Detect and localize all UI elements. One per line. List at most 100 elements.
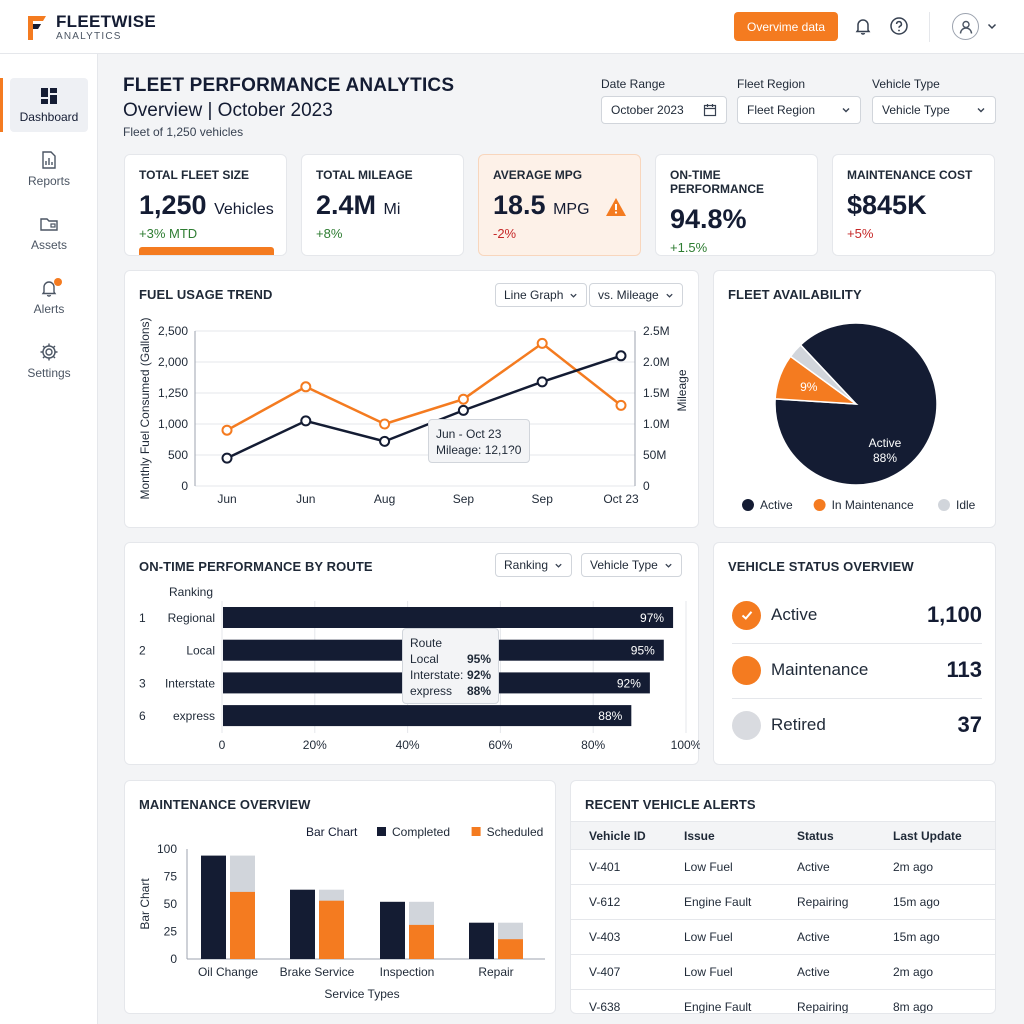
rank-number: 6 [139,709,146,723]
chevron-down-icon[interactable] [986,20,998,32]
kpi-maintenance-cost[interactable]: MAINTENANCE COST $845K +5% [832,154,995,256]
kpi-label: ON-TIME PERFORMANCE [670,168,765,196]
y-tick-label: 1,000 [158,417,188,431]
sidebar-item-label: Dashboard [19,110,79,124]
mileage-series-line [226,354,622,460]
alerts-table: Vehicle ID Issue Status Last Update V-40… [571,821,995,1013]
mileage-point [379,435,391,447]
x-tick-label: 80% [581,738,605,752]
user-avatar[interactable] [952,13,979,40]
vehicle-type-select[interactable]: Vehicle Type [872,96,996,124]
status-row-retired[interactable]: Retired 37 [732,698,982,752]
completed-bar [469,922,494,959]
route-bar [223,607,674,628]
column-header[interactable]: Status [779,821,875,850]
scheduled-bar [230,891,255,959]
table-header-row: Vehicle ID Issue Status Last Update [571,821,995,850]
column-header[interactable]: Last Update [875,821,995,850]
column-header[interactable]: Vehicle ID [571,821,666,850]
table-cell: Active [779,849,875,885]
sidebar-item-assets[interactable]: Assets [10,206,88,260]
kpi-average-mpg[interactable]: AVERAGE MPG 18.5 MPG -2% [478,154,641,256]
route-chart-tooltip: Route Local 95% Interstate: 92% express 88% [402,628,499,704]
fleet-region-select[interactable]: Fleet Region [737,96,861,124]
route-bar [223,705,632,727]
overview-data-button[interactable]: Overvime data [734,12,838,41]
date-range-picker[interactable]: October 2023 [601,96,727,124]
route-label: Regional [168,611,215,625]
tooltip-row-value: 95% [466,652,491,666]
dashboard-icon [41,88,57,104]
table-row[interactable]: V-612 Engine Fault Repairing 15m ago [571,884,995,920]
y-tick-label: 2,500 [158,324,188,338]
sidebar-item-alerts[interactable]: Alerts [10,270,88,324]
y2-tick-label: 0 [643,479,650,493]
table-row[interactable]: V-407 Low Fuel Active 2m ago [571,954,995,990]
alerts-panel: RECENT VEHICLE ALERTS Vehicle ID Issue S… [570,780,996,1014]
table-cell: V-638 [571,989,666,1013]
column-header[interactable]: Issue [666,821,779,850]
legend-swatch [471,827,481,836]
mileage-point [300,415,312,427]
status-row-active[interactable]: Active 1,100 [732,588,982,642]
top-bar: FLEETWISE ANALYTICS Overvime data [0,0,1024,54]
y2-tick-label: 1.0M [643,417,670,431]
table-row[interactable]: V-638 Engine Fault Repairing 8m ago [571,989,995,1013]
kpi-value: 1,250 Vehicles [139,190,274,220]
route-label: express [173,709,215,723]
table-row[interactable]: V-401 Low Fuel Active 2m ago [571,849,995,885]
legend-label: Scheduled [487,825,544,839]
tooltip-line: Mileage: 12,1?0 [436,443,522,457]
bell-icon[interactable] [853,16,873,36]
kpi-delta: +1.5% [670,240,708,255]
user-icon [959,20,972,34]
tooltip-row-name: Interstate: [410,668,464,682]
brand-sub: ANALYTICS [56,30,122,42]
sidebar-item-dashboard[interactable]: Dashboard [0,78,88,132]
fuel-usage-chart[interactable]: 0 500 1,000 1,250 2,000 2,500 0 50M 1.0M 1.5M 2.0M… [125,271,700,529]
kpi-on-time-performance[interactable]: ON-TIME PERFORMANCE 94.8% +1.5% [655,154,818,256]
date-range-value: October 2023 [611,103,684,117]
maintenance-chart[interactable]: 0 25 50 75 100 Bar Chart Service Types Bar Char… [125,781,557,1015]
kpi-delta: +3% MTD [139,226,198,241]
table-cell: Low Fuel [666,954,779,990]
date-range-label: Date Range [601,77,666,91]
sidebar-item-reports[interactable]: Reports [10,142,88,196]
sidebar-item-settings[interactable]: Settings [10,334,88,388]
x-tick-label: Oct 23 [603,492,639,506]
sidebar: Dashboard Reports Assets Alerts Settings [0,54,98,1024]
tooltip-title: Route [410,636,443,650]
fleet-availability-pie[interactable]: Active88%9%Active In Maintenance Idle [714,271,997,529]
x-tick-label: 0 [219,738,226,752]
x-tick-label: 60% [488,738,512,752]
kpi-value: 2.4M Mi [316,190,401,220]
status-row-maintenance[interactable]: Maintenance 113 [732,643,982,697]
table-row[interactable]: V-403 Low Fuel Active 15m ago [571,919,995,955]
table-cell: Active [779,919,875,955]
y-tick-label: 1,250 [158,386,188,400]
route-label: Interstate [165,676,215,690]
brand-logo[interactable]: FLEETWISE ANALYTICS [26,12,156,42]
fuel-series-line [226,341,622,432]
table-cell: Engine Fault [666,884,779,920]
legend-label: Completed [392,825,450,839]
legend-swatch [742,499,754,511]
table-cell: 2m ago [875,849,995,885]
kpi-total-fleet-size[interactable]: TOTAL FLEET SIZE 1,250 Vehicles +3% MTD [124,154,287,256]
x-tick-label: Sep [532,492,554,506]
scheduled-bar [498,939,523,959]
route-performance-panel: ON-TIME PERFORMANCE BY ROUTE Ranking Veh… [124,542,700,765]
kpi-delta: -2% [493,226,517,241]
x-axis-label: Service Types [324,987,399,1001]
fleet-region-label: Fleet Region [737,77,806,91]
sidebar-item-label: Settings [27,366,71,380]
kpi-total-mileage[interactable]: TOTAL MILEAGE 2.4M Mi +8% [301,154,464,256]
fuel-point [615,399,627,411]
kpi-value: 94.8% [670,204,747,234]
x-tick-label: Brake Service [280,965,355,979]
bar-value-label: 97% [640,611,664,625]
page-title: FLEET PERFORMANCE ANALYTICS [123,75,455,96]
bar-value-label: 88% [598,709,622,723]
rank-number: 2 [139,644,146,658]
help-icon[interactable] [889,16,909,36]
